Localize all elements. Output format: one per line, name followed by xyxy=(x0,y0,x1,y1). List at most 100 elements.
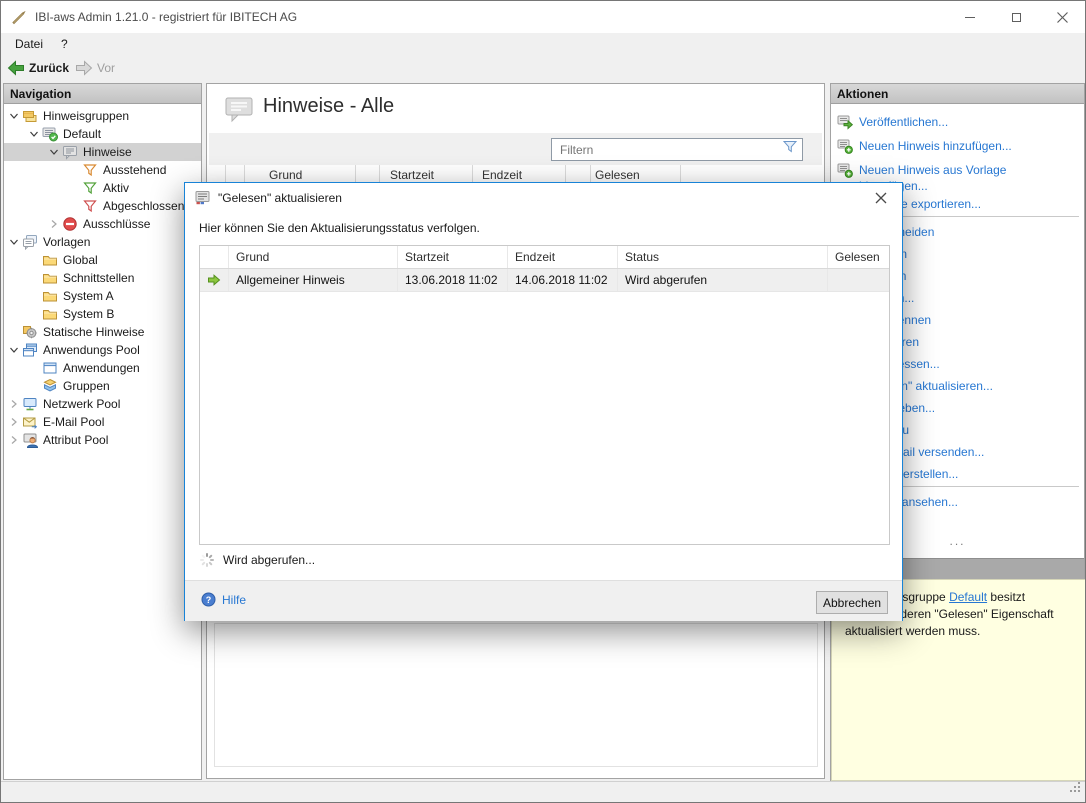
notice-update-icon xyxy=(195,190,211,206)
sidebar-item-ausstehend[interactable]: Ausstehend xyxy=(4,161,201,179)
minimize-icon xyxy=(965,17,975,18)
sidebar-item-attribut-pool[interactable]: Attribut Pool xyxy=(4,431,201,449)
email-pool-icon xyxy=(22,414,38,430)
sidebar-item-anwendungen[interactable]: Anwendungen xyxy=(4,359,201,377)
sidebar-item-hinweisgruppen[interactable]: Hinweisgruppen xyxy=(4,107,201,125)
funnel-red-icon xyxy=(82,198,98,214)
navigation-header: Navigation xyxy=(4,84,201,104)
folder-icon xyxy=(42,270,58,286)
back-button[interactable]: Zurück xyxy=(7,60,69,76)
attribute-pool-icon xyxy=(22,432,38,448)
sidebar-item-global[interactable]: Global xyxy=(4,251,201,269)
sidebar-item-schnittstellen[interactable]: Schnittstellen xyxy=(4,269,201,287)
menu-help[interactable]: ? xyxy=(52,37,77,51)
chevron-right-icon[interactable] xyxy=(6,399,22,409)
dialog-col-grund[interactable]: Grund xyxy=(229,246,398,268)
sidebar-item-vorlagen[interactable]: Vorlagen xyxy=(4,233,201,251)
sidebar-item-default[interactable]: Default xyxy=(4,125,201,143)
dialog-status: Wird abgerufen... xyxy=(199,552,315,568)
static-notices-icon xyxy=(22,324,38,340)
svg-text:?: ? xyxy=(206,595,212,605)
network-pool-icon xyxy=(22,396,38,412)
dialog-title: "Gelesen" aktualisieren xyxy=(218,191,342,205)
row-startzeit: 13.06.2018 11:02 xyxy=(398,269,508,291)
folder-icon xyxy=(42,252,58,268)
minimize-button[interactable] xyxy=(947,1,993,33)
app-pool-icon xyxy=(22,342,38,358)
sidebar-item-gruppen[interactable]: Gruppen xyxy=(4,377,201,395)
filter-input[interactable] xyxy=(552,143,783,157)
table-row[interactable]: Allgemeiner Hinweis 13.06.2018 11:02 14.… xyxy=(200,269,889,292)
row-status-cell xyxy=(200,269,229,291)
chevron-right-icon[interactable] xyxy=(6,435,22,445)
sidebar-item-anwendungs-pool[interactable]: Anwendungs Pool xyxy=(4,341,201,359)
menu-datei[interactable]: Datei xyxy=(6,37,52,51)
spinner-icon xyxy=(199,552,215,568)
forward-arrow-icon xyxy=(75,60,93,76)
row-grund: Allgemeiner Hinweis xyxy=(229,269,398,291)
dialog-col-startzeit[interactable]: Startzeit xyxy=(398,246,508,268)
sidebar-item-system-b[interactable]: System B xyxy=(4,305,201,323)
gelesen-aktualisieren-dialog: "Gelesen" aktualisieren Hier können Sie … xyxy=(184,182,903,621)
chevron-right-icon[interactable] xyxy=(46,219,62,229)
row-status: Wird abgerufen xyxy=(618,269,828,291)
help-link[interactable]: ? Hilfe xyxy=(201,592,246,607)
maximize-icon xyxy=(1012,13,1021,22)
resize-grip[interactable] xyxy=(1068,780,1082,799)
dialog-close-button[interactable] xyxy=(868,187,894,209)
window-title: IBI-aws Admin 1.21.0 - registriert für I… xyxy=(35,10,297,24)
dialog-col-endzeit[interactable]: Endzeit xyxy=(508,246,618,268)
dialog-status-text: Wird abgerufen... xyxy=(223,553,315,567)
dialog-col-gelesen[interactable]: Gelesen xyxy=(828,246,889,268)
row-endzeit: 14.06.2018 11:02 xyxy=(508,269,618,291)
action-neuen-hinweis[interactable]: Neuen Hinweis hinzufügen... xyxy=(837,138,1080,154)
green-arrow-icon xyxy=(207,273,221,287)
chevron-down-icon[interactable] xyxy=(6,111,22,121)
navigation-panel: Navigation Hinweisgruppen Default Hinwei… xyxy=(3,83,202,780)
details-pane xyxy=(214,623,818,767)
navigation-tree: Hinweisgruppen Default Hinweise Ausstehe… xyxy=(4,104,201,449)
default-link[interactable]: Default xyxy=(949,590,987,604)
folder-icon xyxy=(42,288,58,304)
chevron-down-icon[interactable] xyxy=(26,129,42,139)
row-gelesen xyxy=(828,269,889,291)
notice-bubble-icon xyxy=(223,93,255,130)
close-icon xyxy=(875,192,887,204)
menu-bar: Datei ? xyxy=(1,33,1085,55)
close-icon xyxy=(1057,12,1068,23)
cancel-button[interactable]: Abbrechen xyxy=(816,591,888,614)
close-window-button[interactable] xyxy=(1039,1,1085,33)
chevron-down-icon[interactable] xyxy=(6,237,22,247)
chevron-down-icon[interactable] xyxy=(46,147,62,157)
folder-icon xyxy=(42,306,58,322)
main-header: Hinweise - Alle xyxy=(207,84,824,133)
dialog-table-header: Grund Startzeit Endzeit Status Gelesen xyxy=(200,246,889,269)
actions-header: Aktionen xyxy=(831,84,1084,104)
sidebar-item-statische-hinweise[interactable]: Statische Hinweise xyxy=(4,323,201,341)
notice-add-icon xyxy=(837,162,853,178)
chevron-right-icon[interactable] xyxy=(6,417,22,427)
filter-bar xyxy=(209,133,822,165)
help-icon: ? xyxy=(201,592,216,607)
sidebar-item-system-a[interactable]: System A xyxy=(4,287,201,305)
sidebar-item-ausschluesse[interactable]: Ausschlüsse xyxy=(4,215,201,233)
sidebar-item-email-pool[interactable]: E-Mail Pool xyxy=(4,413,201,431)
dialog-title-bar: "Gelesen" aktualisieren xyxy=(185,183,902,213)
dialog-col-icon[interactable] xyxy=(200,246,229,268)
maximize-button[interactable] xyxy=(993,1,1039,33)
dialog-col-status[interactable]: Status xyxy=(618,246,828,268)
action-veroeffentlichen[interactable]: Veröffentlichen... xyxy=(837,114,1080,130)
forward-button[interactable]: Vor xyxy=(75,60,115,76)
toolbar: Zurück Vor xyxy=(1,55,1085,81)
sidebar-item-abgeschlossen[interactable]: Abgeschlossen xyxy=(4,197,201,215)
notice-config-icon xyxy=(42,126,58,142)
chevron-down-icon[interactable] xyxy=(6,345,22,355)
sidebar-item-hinweise[interactable]: Hinweise xyxy=(4,143,201,161)
status-bar xyxy=(1,781,1085,802)
app-window: IBI-aws Admin 1.21.0 - registriert für I… xyxy=(0,0,1086,803)
sidebar-item-aktiv[interactable]: Aktiv xyxy=(4,179,201,197)
sidebar-item-netzwerk-pool[interactable]: Netzwerk Pool xyxy=(4,395,201,413)
title-bar: IBI-aws Admin 1.21.0 - registriert für I… xyxy=(1,1,1085,33)
filter-funnel-icon[interactable] xyxy=(783,140,797,159)
filter-box xyxy=(551,138,803,161)
